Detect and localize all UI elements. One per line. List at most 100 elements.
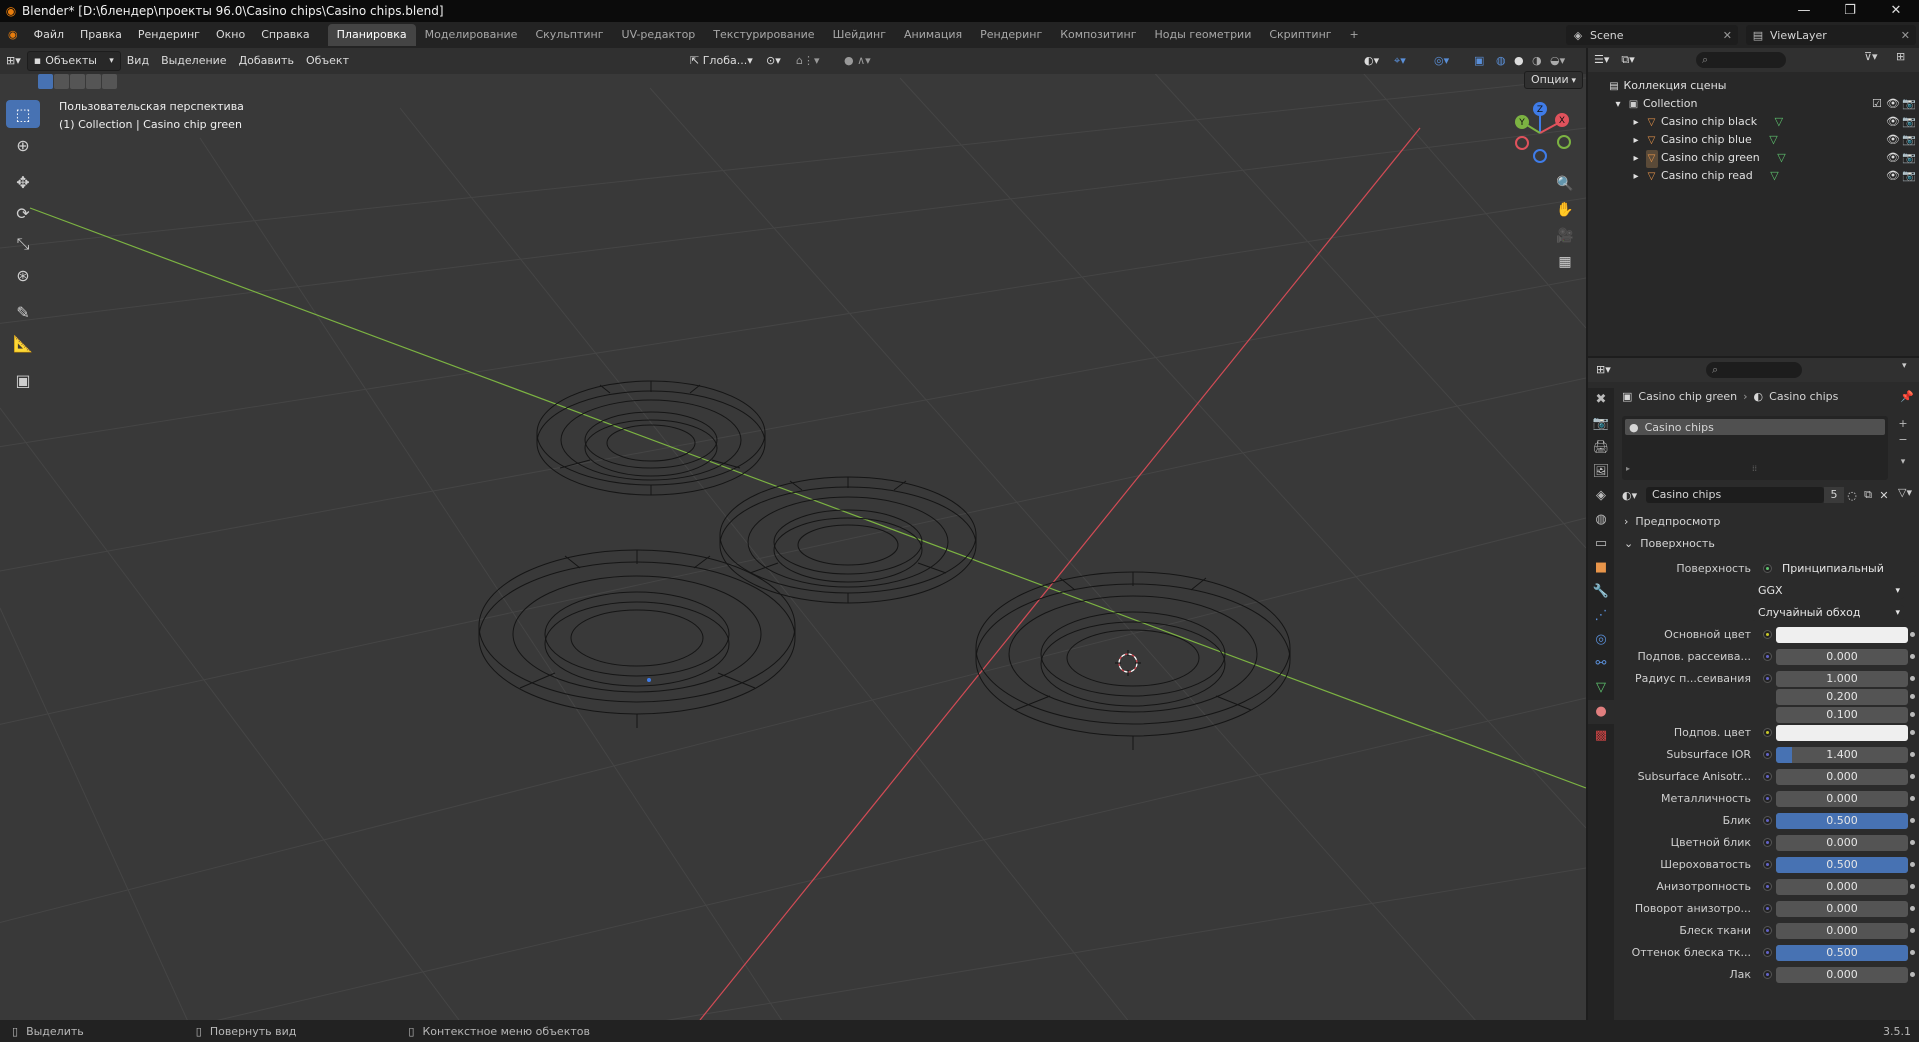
render-camera-icon[interactable]: 📷: [1902, 113, 1916, 131]
distribution-dropdown[interactable]: GGX ▾: [1752, 583, 1904, 599]
resize-handle[interactable]: ⁞⁞: [1752, 464, 1757, 473]
menu-add[interactable]: Добавить: [233, 51, 300, 71]
visibility-eye-icon[interactable]: 👁: [1886, 167, 1900, 185]
menu-window[interactable]: Окно: [208, 22, 253, 48]
pin-icon[interactable]: 📌: [1900, 390, 1914, 403]
socket-dot[interactable]: [1763, 794, 1772, 803]
surface-panel-header[interactable]: ⌄ Поверхность: [1618, 534, 1918, 554]
value-slider[interactable]: 0.000: [1776, 879, 1908, 895]
value-slider[interactable]: 0.100: [1776, 707, 1908, 723]
menu-render[interactable]: Рендеринг: [130, 22, 208, 48]
select-extend-icon[interactable]: [54, 74, 69, 89]
remove-slot-button[interactable]: −: [1894, 432, 1912, 448]
value-slider[interactable]: 0.000: [1776, 649, 1908, 665]
expand-chevron-icon[interactable]: ▸: [1626, 464, 1630, 473]
link-data-icon[interactable]: ▽▾: [1898, 486, 1912, 499]
properties-search-input[interactable]: ⌕: [1706, 362, 1802, 378]
socket-dot[interactable]: [1763, 772, 1772, 781]
outliner-item-chip-black[interactable]: ▸ ▽ Casino chip black ▽ 👁 📷: [1588, 113, 1919, 131]
constraints-tab-icon[interactable]: ⚯: [1588, 652, 1614, 676]
unlink-material-icon[interactable]: ✕: [1876, 489, 1892, 502]
socket-dot[interactable]: [1763, 882, 1772, 891]
fake-user-icon[interactable]: ◌: [1844, 489, 1860, 502]
socket-dot[interactable]: [1763, 630, 1772, 639]
render-camera-icon[interactable]: 📷: [1902, 167, 1916, 185]
socket-dot[interactable]: [1763, 750, 1772, 759]
material-slot-row[interactable]: ● Casino chips: [1625, 419, 1885, 435]
preview-panel-header[interactable]: › Предпросмотр: [1618, 512, 1918, 532]
visibility-icon[interactable]: ◐▾: [1358, 51, 1385, 71]
material-name-field[interactable]: Casino chips: [1646, 487, 1824, 503]
ortho-toggle-icon[interactable]: ▦: [1553, 250, 1577, 274]
blender-menu-icon[interactable]: ◉: [0, 22, 26, 48]
pivot-point-icon[interactable]: ⊙▾: [760, 51, 787, 71]
snap-icon[interactable]: ⌂⋮▾: [790, 51, 826, 71]
menu-help[interactable]: Справка: [253, 22, 317, 48]
options-dropdown[interactable]: Опции ▾: [1524, 71, 1584, 89]
tab-animation[interactable]: Анимация: [895, 24, 971, 46]
pin-icon[interactable]: ✕: [1723, 29, 1732, 42]
socket-dot[interactable]: [1763, 674, 1772, 683]
tab-sculpting[interactable]: Скульптинг: [526, 24, 612, 46]
rotate-tool[interactable]: ⟳: [6, 199, 40, 227]
outliner-item-chip-read[interactable]: ▸ ▽ Casino chip read ▽ 👁 📷: [1588, 167, 1919, 185]
socket-dot[interactable]: [1763, 728, 1772, 737]
value-slider[interactable]: 0.500: [1776, 813, 1908, 829]
visibility-eye-icon[interactable]: 👁: [1886, 149, 1900, 167]
camera-view-icon[interactable]: 🎥: [1553, 224, 1577, 248]
tab-uv-editing[interactable]: UV-редактор: [613, 24, 705, 46]
select-box-tool[interactable]: ⬚: [6, 100, 40, 128]
outliner-item-chip-green[interactable]: ▸ ▽ Casino chip green ▽ 👁 📷: [1588, 149, 1919, 168]
color-swatch[interactable]: [1776, 627, 1908, 643]
render-tab-icon[interactable]: 📷: [1588, 412, 1614, 436]
socket-dot[interactable]: [1763, 904, 1772, 913]
value-slider[interactable]: 0.000: [1776, 835, 1908, 851]
material-selector[interactable]: ◐▾ Casino chips 5 ◌ ⧉ ✕: [1622, 486, 1892, 504]
close-window-button[interactable]: ✕: [1873, 0, 1919, 22]
outliner-editor-type-icon[interactable]: ☰▾: [1588, 50, 1615, 70]
keyframe-dot[interactable]: [1910, 818, 1915, 823]
outliner-search-input[interactable]: ⌕: [1696, 52, 1786, 68]
expand-chevron-icon[interactable]: ▸: [1630, 150, 1642, 168]
keyframe-dot[interactable]: [1910, 906, 1915, 911]
maximize-button[interactable]: ❐: [1827, 0, 1873, 22]
mode-dropdown[interactable]: ▪ Объекты ▾: [26, 51, 121, 71]
tab-layout[interactable]: Планировка: [327, 24, 416, 46]
material-tab-icon[interactable]: ●: [1588, 700, 1614, 724]
select-subtract-icon[interactable]: [70, 74, 85, 89]
collection-row[interactable]: ▾ ▣ Collection ☑ 👁 📷: [1588, 95, 1919, 113]
value-slider[interactable]: 0.000: [1776, 769, 1908, 785]
keyframe-dot[interactable]: [1910, 950, 1915, 955]
new-collection-icon[interactable]: ⊞: [1896, 50, 1905, 63]
add-slot-button[interactable]: +: [1894, 416, 1912, 432]
shading-rendered-icon[interactable]: ◒▾: [1544, 51, 1571, 71]
proportional-edit-icon[interactable]: ● ∧▾: [838, 51, 877, 71]
particles-tab-icon[interactable]: ⋰: [1588, 604, 1614, 628]
scene-selector[interactable]: ◈ Scene ✕: [1566, 25, 1738, 45]
transform-tool[interactable]: ⊛: [6, 261, 40, 289]
annotate-tool[interactable]: ✎: [6, 298, 40, 326]
surface-shader-field[interactable]: Принципиальный BSDF: [1776, 561, 1916, 577]
menu-file[interactable]: Файл: [26, 22, 72, 48]
chevron-down-icon[interactable]: ▾: [1902, 361, 1907, 371]
keyframe-dot[interactable]: [1910, 694, 1915, 699]
duplicate-material-icon[interactable]: ⧉: [1860, 488, 1876, 502]
tab-rendering[interactable]: Рендеринг: [971, 24, 1051, 46]
keyframe-dot[interactable]: [1910, 730, 1915, 735]
keyframe-dot[interactable]: [1910, 654, 1915, 659]
keyframe-dot[interactable]: [1910, 862, 1915, 867]
socket-dot[interactable]: [1763, 926, 1772, 935]
visibility-eye-icon[interactable]: 👁: [1886, 113, 1900, 131]
menu-select[interactable]: Выделение: [155, 51, 233, 71]
tab-texture-paint[interactable]: Текстурирование: [704, 24, 823, 46]
pan-hand-icon[interactable]: ✋: [1553, 198, 1577, 222]
keyframe-dot[interactable]: [1910, 676, 1915, 681]
object-tab-icon[interactable]: ■: [1588, 556, 1614, 580]
keyframe-dot[interactable]: [1910, 972, 1915, 977]
value-slider[interactable]: 1.400: [1776, 747, 1908, 763]
scene-tab-icon[interactable]: ◈: [1588, 484, 1614, 508]
tab-compositing[interactable]: Композитинг: [1051, 24, 1145, 46]
tool-tab-icon[interactable]: ✖: [1588, 388, 1614, 412]
add-cube-tool[interactable]: ▣: [6, 366, 40, 394]
visibility-eye-icon[interactable]: 👁: [1886, 95, 1900, 113]
